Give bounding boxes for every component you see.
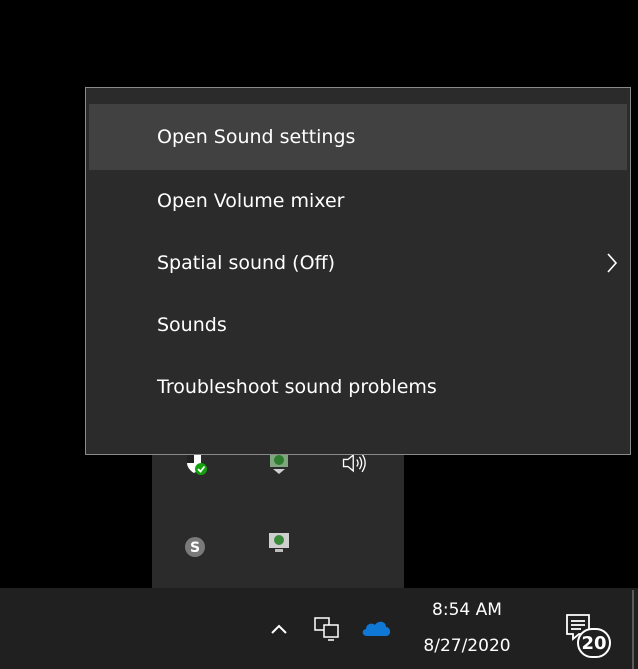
menu-item-label: Open Sound settings [157,126,356,148]
show-desktop-divider[interactable] [632,590,634,669]
menu-item-sounds[interactable]: Sounds [89,294,627,356]
svg-text:S: S [190,540,200,556]
menu-item-spatial-sound[interactable]: Spatial sound (Off) [89,232,627,294]
menu-item-label: Sounds [157,314,227,336]
onedrive-cloud-icon[interactable] [358,614,394,644]
clock-time: 8:54 AM [432,600,502,620]
skype-icon[interactable]: S [180,532,210,562]
menu-item-troubleshoot-sound-problems[interactable]: Troubleshoot sound problems [89,356,627,418]
taskbar: 8:54 AM 8/27/2020 [0,588,638,669]
display-sync-icon[interactable] [264,528,294,558]
show-hidden-icons-chevron-icon[interactable] [264,614,294,644]
menu-item-open-sound-settings[interactable]: Open Sound settings [89,104,627,170]
menu-item-label: Open Volume mixer [157,190,345,212]
network-icon[interactable] [310,612,344,646]
notification-count-badge[interactable]: 20 [577,628,611,658]
sound-context-menu: Open Sound settings Open Volume mixer Sp… [85,87,631,455]
menu-item-label: Spatial sound (Off) [157,252,336,274]
chevron-right-icon [605,251,619,275]
desktop: S Open Sound settings Open Volume mixer … [0,0,638,669]
taskbar-clock[interactable]: 8:54 AM 8/27/2020 [412,588,522,669]
menu-item-label: Troubleshoot sound problems [157,376,437,398]
clock-date: 8/27/2020 [423,636,511,656]
menu-item-open-volume-mixer[interactable]: Open Volume mixer [89,170,627,232]
